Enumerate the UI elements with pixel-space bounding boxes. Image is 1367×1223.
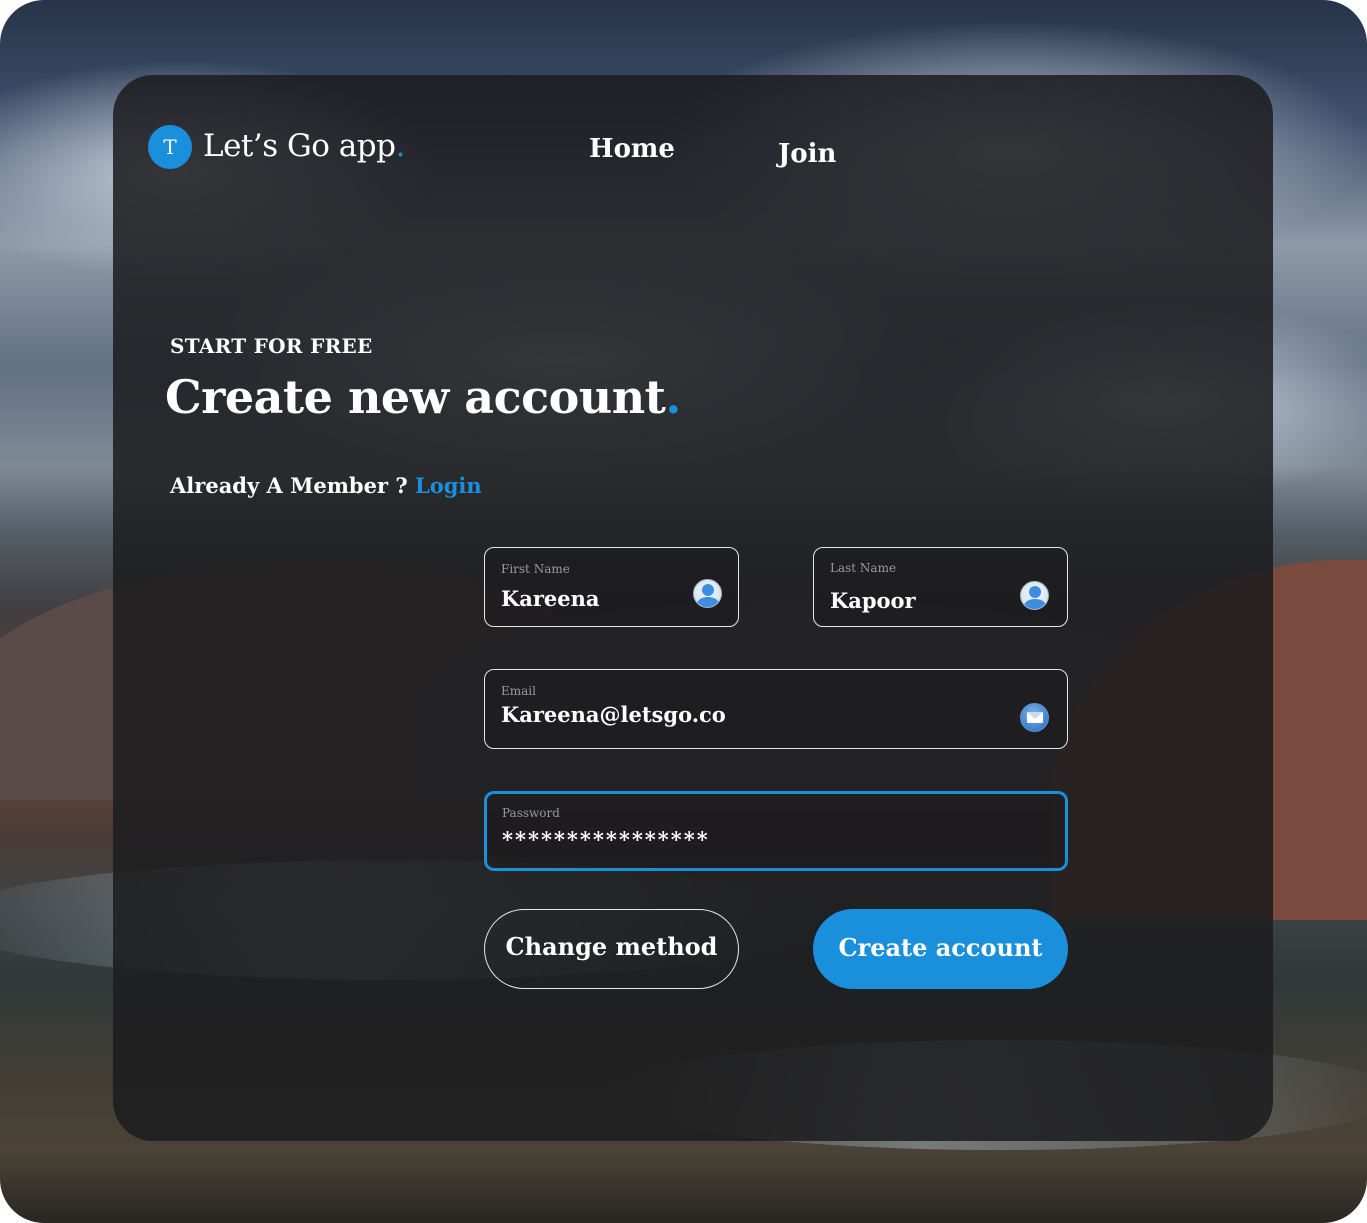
- member-prompt-text: Already A Member ?: [170, 473, 415, 498]
- nav-home-link[interactable]: Home: [589, 134, 675, 164]
- first-name-label: First Name: [501, 562, 570, 576]
- last-name-field[interactable]: Last Name: [813, 547, 1068, 627]
- email-input[interactable]: [501, 702, 901, 727]
- app-name: Let’s Go app: [203, 128, 396, 164]
- logo-badge[interactable]: T: [148, 125, 192, 169]
- password-input[interactable]: [502, 827, 902, 852]
- member-prompt: Already A Member ? Login: [170, 473, 482, 498]
- mail-icon: [1020, 703, 1049, 732]
- email-label: Email: [501, 684, 536, 698]
- password-label: Password: [502, 806, 560, 820]
- eyebrow-label: START FOR FREE: [170, 334, 373, 358]
- page-title-text: Create new account: [165, 370, 666, 424]
- page-title: Create new account.: [165, 370, 681, 424]
- password-field[interactable]: Password: [484, 791, 1068, 871]
- first-name-field[interactable]: First Name: [484, 547, 739, 627]
- user-icon: [693, 579, 722, 608]
- brand-dot: .: [395, 128, 405, 164]
- create-account-button[interactable]: Create account: [813, 909, 1068, 989]
- page-title-dot: .: [665, 370, 681, 424]
- last-name-input[interactable]: [830, 588, 1010, 613]
- email-field[interactable]: Email: [484, 669, 1068, 749]
- last-name-label: Last Name: [830, 561, 897, 575]
- first-name-input[interactable]: [501, 586, 681, 611]
- nav-join-link[interactable]: Join: [778, 139, 836, 169]
- app-logo-text[interactable]: Let’s Go app.: [203, 128, 405, 164]
- change-method-button[interactable]: Change method: [484, 909, 739, 989]
- login-link[interactable]: Login: [415, 473, 482, 498]
- user-icon: [1020, 581, 1049, 610]
